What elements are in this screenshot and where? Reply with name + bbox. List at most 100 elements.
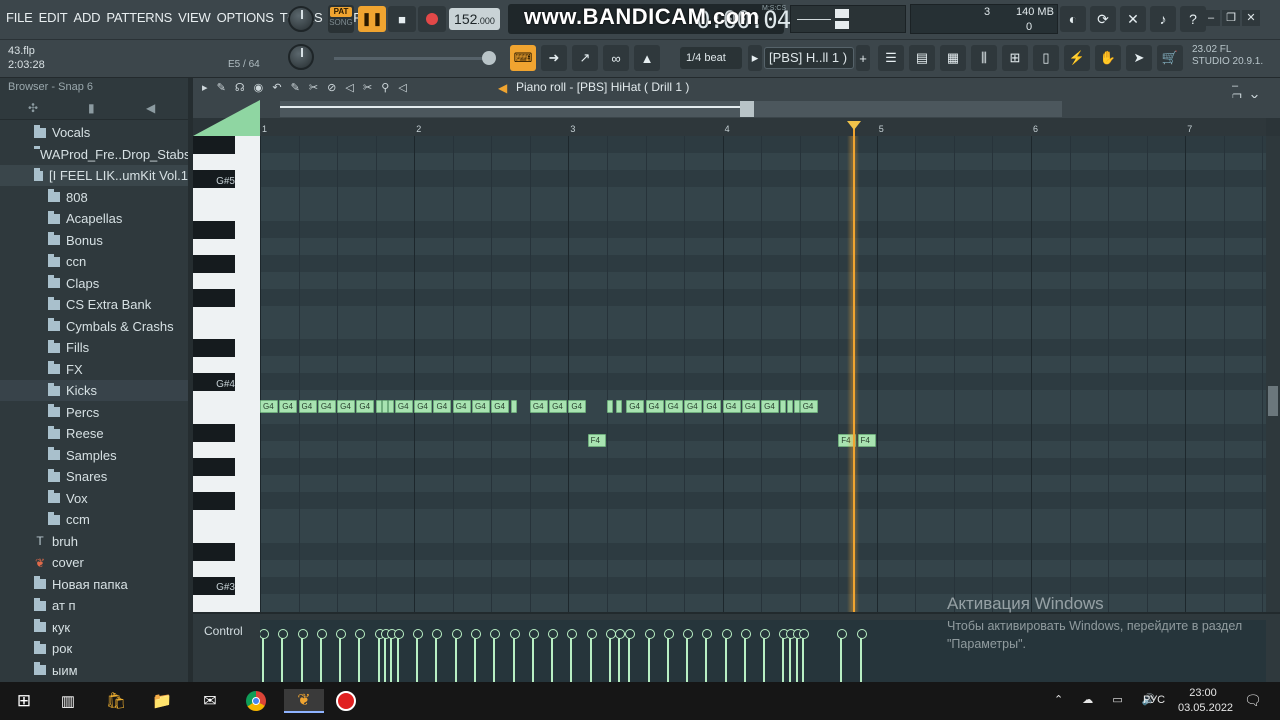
browser-item[interactable]: 808 <box>0 187 188 208</box>
bar-number[interactable]: 7 <box>1187 124 1192 134</box>
note[interactable]: G4 <box>626 399 645 413</box>
velocity-bar[interactable] <box>586 629 597 682</box>
velocity-bar[interactable] <box>615 629 626 682</box>
cpu-meter-icon[interactable]: ◐ <box>1060 6 1086 32</box>
midi-settings-icon[interactable]: ✕ <box>1120 6 1146 32</box>
note[interactable]: G4 <box>722 399 741 413</box>
record-button[interactable] <box>418 6 446 32</box>
note[interactable]: G4 <box>452 399 471 413</box>
file-icon[interactable]: ▯ <box>1033 45 1059 71</box>
velocity-bar[interactable] <box>567 629 578 682</box>
pat-song-toggle[interactable]: PAT SONG <box>328 5 354 33</box>
browser-collapse-icon[interactable]: ✣ <box>28 101 38 115</box>
arrow-right-icon[interactable]: ➜ <box>541 45 567 71</box>
note[interactable]: G4 <box>394 399 413 413</box>
mixer-icon[interactable]: ⫼ <box>971 45 997 71</box>
browser-item[interactable]: ccm <box>0 509 188 530</box>
main-volume-knob[interactable] <box>288 6 314 32</box>
control-lane-label[interactable]: Control <box>204 624 243 638</box>
note[interactable] <box>510 399 517 413</box>
browser-icon[interactable]: ⊞ <box>1002 45 1028 71</box>
browser-item[interactable]: CS Extra Bank <box>0 294 188 315</box>
velocity-bar[interactable] <box>779 629 790 682</box>
browser-item[interactable]: Snares <box>0 466 188 487</box>
browser-item[interactable]: Vox <box>0 488 188 509</box>
black-key[interactable] <box>193 339 235 358</box>
note[interactable]: G4 <box>799 399 818 413</box>
browser-file-icon[interactable]: ▮ <box>88 101 95 115</box>
snap-selector[interactable]: 1/4 beat <box>680 47 742 69</box>
pattern-selector[interactable]: [PBS] H..ll 1 ) <box>764 47 854 69</box>
velocity-bar[interactable] <box>374 629 385 682</box>
note[interactable] <box>387 399 394 413</box>
velocity-bar[interactable] <box>605 629 616 682</box>
velocity-bar[interactable] <box>490 629 501 682</box>
audio-settings-icon[interactable]: ⟳ <box>1090 6 1116 32</box>
speaker-icon[interactable]: ◀ <box>498 81 507 95</box>
note[interactable] <box>780 399 787 413</box>
fl-studio-taskbar-icon[interactable]: ❦ <box>284 689 324 713</box>
browser-item[interactable]: Acapellas <box>0 208 188 229</box>
browser-item[interactable]: Tbruh <box>0 531 188 552</box>
note[interactable]: G4 <box>491 399 510 413</box>
play-pause-button[interactable]: ❚❚ <box>358 6 386 32</box>
browser-item[interactable]: Bonus <box>0 230 188 251</box>
menu-file[interactable]: FILE <box>6 10 33 25</box>
piano-keyboard[interactable] <box>193 136 260 612</box>
browser-speaker-icon[interactable]: ◀ <box>146 101 155 115</box>
black-key[interactable] <box>193 288 235 307</box>
note[interactable]: F4 <box>587 433 606 447</box>
velocity-bar[interactable] <box>644 629 655 682</box>
velocity-bar[interactable] <box>471 629 482 682</box>
browser-item[interactable]: Claps <box>0 273 188 294</box>
velocity-bar[interactable] <box>316 629 327 682</box>
velocity-bar[interactable] <box>792 629 803 682</box>
browser-item[interactable]: FX <box>0 359 188 380</box>
browser-item[interactable]: Vocals <box>0 122 188 143</box>
velocity-bar[interactable] <box>740 629 751 682</box>
browser-item[interactable]: Новая папка <box>0 574 188 595</box>
browser-item[interactable]: ыим <box>0 660 188 681</box>
note[interactable]: G4 <box>568 399 587 413</box>
task-view-icon[interactable]: ▥ <box>56 689 80 713</box>
file-explorer-icon[interactable]: 📁 <box>150 689 174 713</box>
bar-number[interactable]: 6 <box>1033 124 1038 134</box>
maximize-button[interactable]: ❐ <box>1222 10 1240 26</box>
piano-roll-icon[interactable]: ▤ <box>909 45 935 71</box>
browser-item[interactable]: [I FEEL LIK..umKit Vol.1 <box>0 165 188 186</box>
velocity-bar[interactable] <box>786 629 797 682</box>
bandicam-icon[interactable] <box>334 689 358 713</box>
velocity-bar[interactable] <box>760 629 771 682</box>
note[interactable]: G4 <box>279 399 298 413</box>
notification-icon[interactable]: 🗨 <box>1244 692 1262 709</box>
browser-item[interactable]: Cymbals & Crashs <box>0 316 188 337</box>
note[interactable] <box>793 399 800 413</box>
note[interactable]: G4 <box>337 399 356 413</box>
menu-view[interactable]: VIEW <box>178 10 211 25</box>
timeline-ruler[interactable] <box>260 118 1266 136</box>
note[interactable]: G4 <box>414 399 433 413</box>
velocity-bar[interactable] <box>413 629 424 682</box>
velocity-bar[interactable] <box>260 629 269 682</box>
menu-add[interactable]: ADD <box>73 10 100 25</box>
note[interactable]: G4 <box>761 399 780 413</box>
velocity-bar[interactable] <box>798 629 809 682</box>
note[interactable] <box>616 399 623 413</box>
link-icon[interactable]: ∞ <box>603 45 629 71</box>
master-volume-slider[interactable] <box>334 57 494 60</box>
note[interactable]: G4 <box>472 399 491 413</box>
velocity-bar[interactable] <box>380 629 391 682</box>
vertical-scrollbar[interactable] <box>1266 136 1280 612</box>
note[interactable] <box>606 399 613 413</box>
bar-number[interactable]: 3 <box>570 124 575 134</box>
note[interactable]: F4 <box>857 433 876 447</box>
shop-icon[interactable]: 🛒 <box>1157 45 1183 71</box>
note[interactable]: G4 <box>703 399 722 413</box>
velocity-bar[interactable] <box>837 629 848 682</box>
note[interactable] <box>787 399 794 413</box>
note[interactable]: G4 <box>549 399 568 413</box>
pattern-add-icon[interactable]: + <box>856 45 870 71</box>
playlist-icon[interactable]: ☰ <box>878 45 904 71</box>
browser-item[interactable]: ат п <box>0 595 188 616</box>
black-key[interactable] <box>193 458 235 477</box>
